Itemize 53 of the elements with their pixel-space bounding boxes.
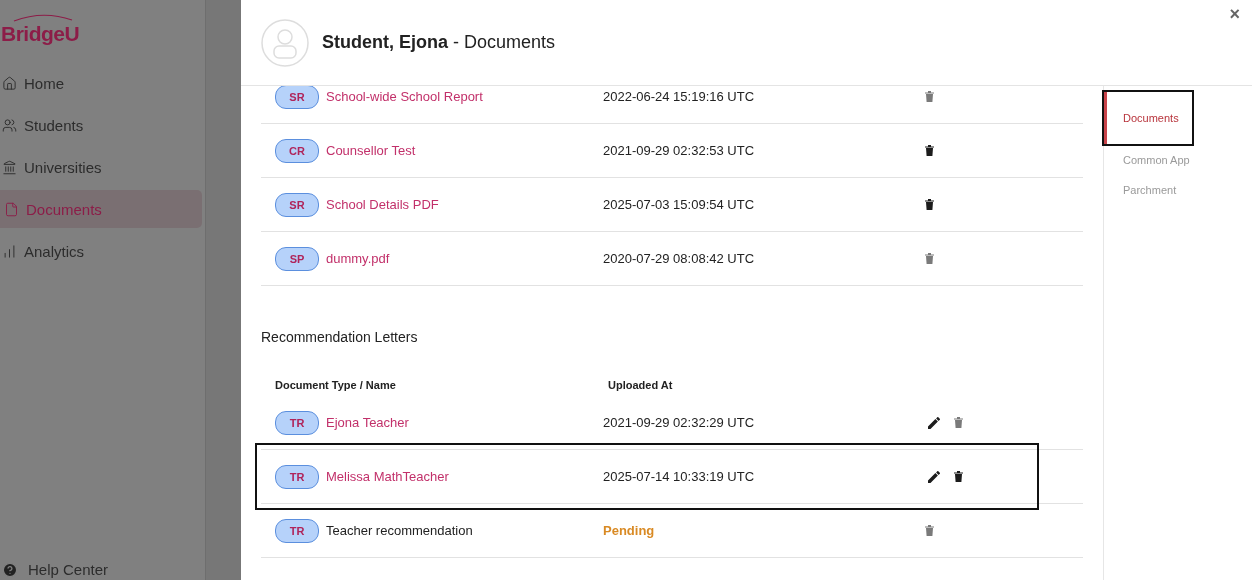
document-link[interactable]: Counsellor Test — [326, 143, 603, 158]
nav-item[interactable]: Universities — [0, 148, 202, 186]
nav-item[interactable]: Documents — [0, 190, 202, 228]
column-header: Document Type / Name — [275, 379, 397, 391]
document-link[interactable]: Melissa MathTeacher — [326, 469, 603, 484]
nav-item[interactable]: Home — [0, 64, 202, 102]
brand-logo[interactable]: BridgeU — [1, 22, 80, 46]
upload-date: 2025-07-03 15:09:54 UTC — [603, 197, 756, 212]
people-icon — [2, 117, 17, 133]
status-text: Pending — [603, 523, 656, 538]
nav-label: Universities — [24, 158, 102, 176]
nav-label: Students — [24, 116, 84, 134]
close-button[interactable]: × — [1225, 4, 1244, 25]
document-link[interactable]: School Details PDF — [326, 197, 603, 212]
nav-label: Analytics — [24, 242, 85, 260]
document-name: Teacher recommendation — [326, 523, 474, 538]
nav-item[interactable]: Students — [0, 106, 202, 144]
upload-date: 2022-06-24 15:19:16 UTC — [603, 89, 756, 104]
document-link[interactable]: Ejona Teacher — [326, 415, 603, 430]
document-type-badge: SP — [275, 246, 319, 271]
edit-icon[interactable] — [928, 470, 940, 483]
home-icon — [2, 75, 17, 91]
upload-date: 2025-07-14 10:33:19 UTC — [603, 469, 756, 484]
upload-date: 2021-09-29 02:32:29 UTC — [603, 415, 756, 430]
document-type-badge: TR — [275, 518, 319, 543]
document-type-badge: CR — [275, 138, 319, 163]
side-tab[interactable]: Parchment — [1104, 176, 1252, 204]
document-link[interactable]: dummy.pdf — [326, 251, 603, 266]
document-link[interactable]: School-wide School Report — [326, 89, 603, 104]
document-type-badge: TR — [275, 464, 319, 489]
nav-item[interactable]: Analytics — [0, 232, 202, 270]
logo-arc-icon — [13, 14, 73, 22]
delete-icon[interactable] — [954, 471, 963, 482]
modal-title: Student, Ejona - Documents — [322, 32, 556, 53]
side-tab[interactable]: Common App — [1104, 146, 1252, 174]
side-tab[interactable]: Documents — [1104, 92, 1192, 144]
upload-date: 2020-07-29 08:08:42 UTC — [603, 251, 756, 266]
document-type-badge: TR — [275, 410, 319, 435]
avatar-icon — [261, 18, 309, 67]
nav-label: Documents — [26, 200, 102, 218]
bar-chart-icon — [2, 243, 17, 259]
delete-icon[interactable] — [925, 145, 934, 156]
nav-label: Home — [24, 74, 64, 92]
section-heading: Recommendation Letters — [261, 329, 419, 345]
delete-icon[interactable] — [925, 199, 934, 210]
help-center-link[interactable]: Help Center — [28, 561, 109, 578]
document-type-badge: SR — [275, 192, 319, 217]
column-header: Uploaded At — [608, 379, 674, 391]
document-icon — [4, 201, 19, 217]
document-type-badge: SR — [275, 86, 319, 109]
upload-date: 2021-09-29 02:32:53 UTC — [603, 143, 756, 158]
edit-icon[interactable] — [928, 416, 940, 429]
bank-icon — [2, 159, 17, 175]
